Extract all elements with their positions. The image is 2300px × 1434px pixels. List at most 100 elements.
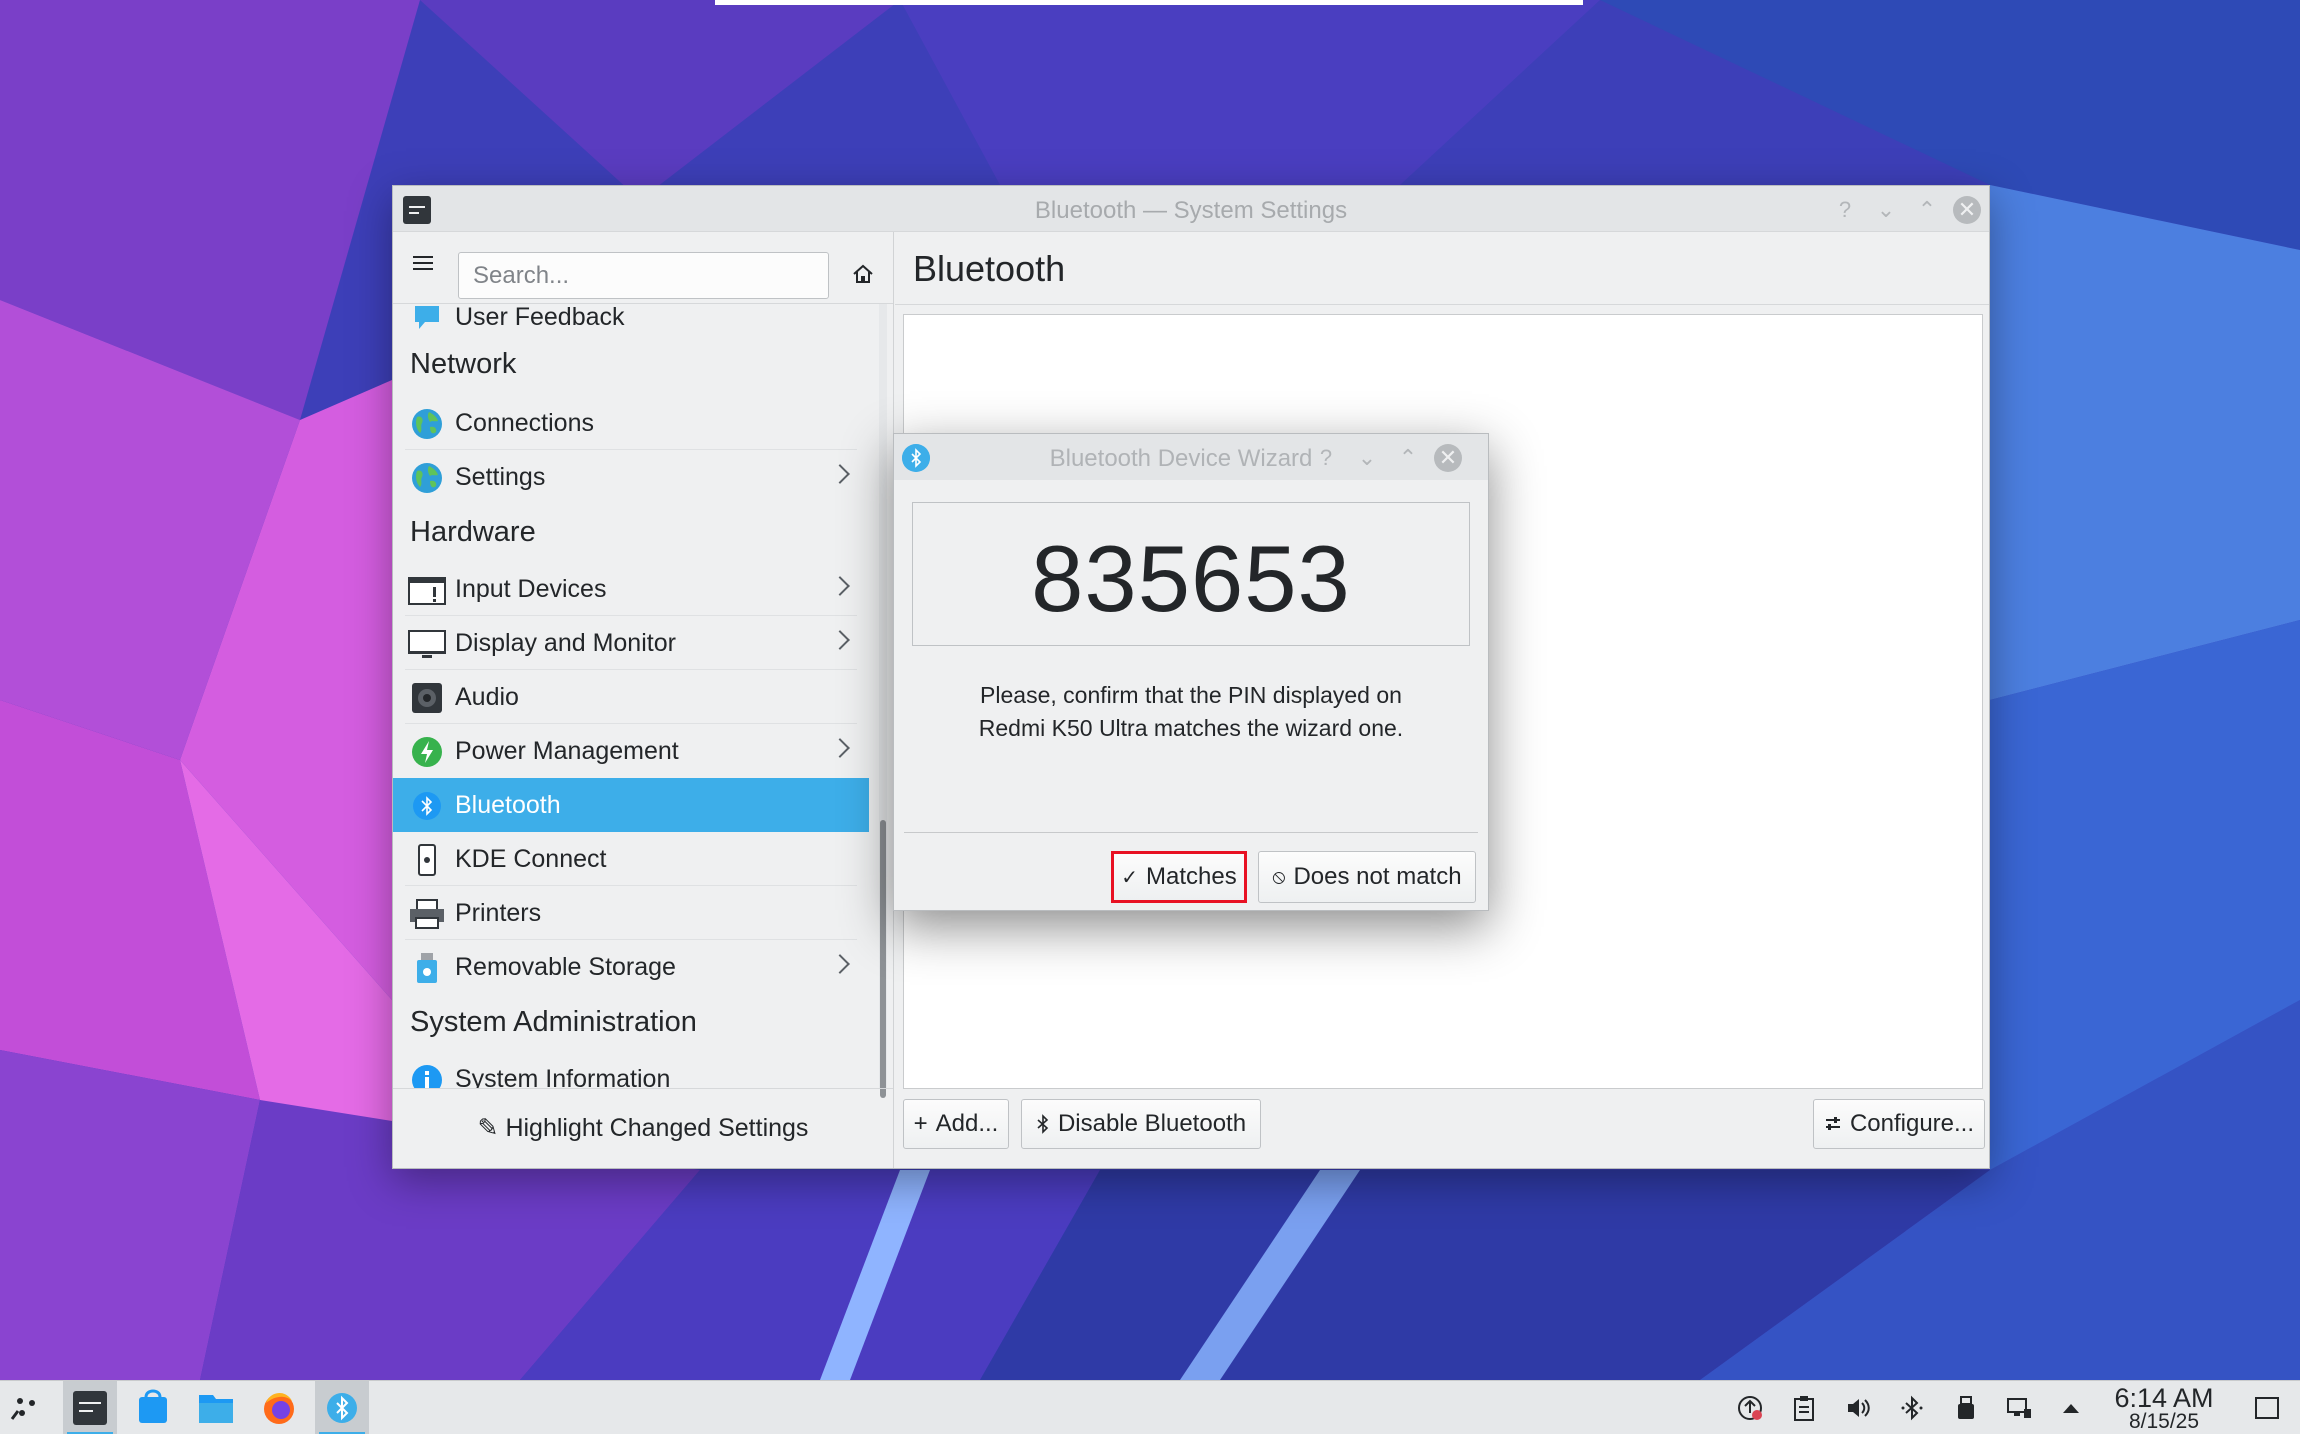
matches-button-label: Matches [1146,863,1237,890]
sidebar-item-system-information[interactable]: System Information [393,1052,869,1088]
sidebar-item-power-management[interactable]: Power Management [393,724,869,778]
divider [895,304,1989,305]
clipboard-icon[interactable] [1791,1395,1817,1421]
disable-bluetooth-button[interactable]: Disable Bluetooth [1021,1099,1261,1149]
chevron-right-icon [830,630,850,650]
minimize-button[interactable]: ⌄ [1872,196,1900,224]
add-button-label: Add... [935,1110,999,1137]
category-hardware: Hardware [410,516,536,548]
sidebar-list: User Feedback Network Connections Settin… [393,304,871,1088]
configure-button[interactable]: Configure... [1813,1099,1985,1149]
network-icon[interactable] [2006,1395,2032,1421]
hamburger-menu-icon[interactable] [413,252,437,276]
highlight-button-label: Highlight Changed Settings [505,1114,809,1142]
window-title: Bluetooth — System Settings [1034,197,1348,224]
sidebar-item-connections[interactable]: Connections [393,396,869,450]
search-input[interactable] [458,252,829,299]
matches-button[interactable]: ✓ Matches [1111,851,1247,903]
keyboard-icon [408,577,446,605]
phone-icon [418,844,436,876]
checkmark-icon: ✓ [1121,866,1139,889]
sidebar-item-label: Connections [455,409,594,437]
sidebar-item-audio[interactable]: Audio [393,670,869,724]
pencil-icon: ✎ [477,1114,499,1142]
usb-device-icon[interactable] [1953,1395,1979,1421]
bluetooth-icon [1037,1114,1049,1134]
sidebar-item-removable-storage[interactable]: Removable Storage [393,940,869,994]
dialog-maximize-button[interactable]: ⌃ [1394,444,1422,472]
globe-icon [412,409,442,439]
usb-drive-icon [417,953,437,983]
file-manager-icon[interactable] [189,1381,243,1434]
chevron-right-icon [830,576,850,596]
sidebar-item-user-feedback[interactable]: User Feedback [393,304,869,344]
sidebar-item-bluetooth[interactable]: Bluetooth [393,778,869,832]
pin-confirmation-message: Please, confirm that the PIN displayed o… [978,682,1404,741]
firefox-icon[interactable] [252,1381,306,1434]
bluetooth-tray-icon[interactable] [1899,1395,1925,1421]
updates-icon[interactable] [1737,1395,1763,1421]
divider [904,832,1478,833]
highlight-changed-settings-button[interactable]: ✎ Highlight Changed Settings [393,1088,893,1170]
home-icon[interactable] [851,262,875,286]
sidebar-item-label: Input Devices [455,575,607,603]
configure-button-label: Configure... [1849,1110,1975,1137]
window-titlebar[interactable]: Bluetooth — System Settings ? ⌄ ⌃ ✕ [393,186,1989,232]
close-button[interactable]: ✕ [1953,196,1981,224]
info-icon [412,1065,442,1088]
dialog-help-button[interactable]: ? [1312,444,1340,472]
power-icon [412,737,442,767]
sidebar-item-label: User Feedback [455,304,625,331]
configure-icon [1825,1117,1840,1130]
volume-icon[interactable] [1845,1395,1871,1421]
cancel-icon: ⦸ [1272,865,1286,888]
sidebar: User Feedback Network Connections [393,232,894,1168]
dialog-minimize-button[interactable]: ⌄ [1353,444,1381,472]
sidebar-item-display-and-monitor[interactable]: Display and Monitor [393,616,869,670]
sidebar-item-kde-connect[interactable]: KDE Connect [393,832,869,886]
help-button[interactable]: ? [1831,196,1859,224]
chevron-right-icon [830,954,850,974]
speaker-icon [412,683,442,713]
application-launcher-icon[interactable] [0,1381,54,1434]
clock-date[interactable]: 8/15/25 [2094,1410,2234,1434]
does-not-match-button[interactable]: ⦸ Does not match [1258,851,1476,903]
taskbar-bluetooth-wizard[interactable] [315,1381,369,1434]
show-hidden-icons-arrow-icon[interactable] [2058,1395,2084,1421]
sidebar-item-label: Settings [455,463,546,491]
chevron-right-icon [830,738,850,758]
sidebar-item-label: Display and Monitor [455,629,676,657]
globe-icon [412,463,442,493]
sidebar-item-settings[interactable]: Settings [393,450,869,504]
category-system-administration: System Administration [410,1006,697,1038]
sidebar-item-label: Power Management [455,737,679,765]
dialog-titlebar[interactable]: Bluetooth Device Wizard ? ⌄ ⌃ ✕ [894,434,1488,480]
sidebar-item-label: Bluetooth [455,791,561,819]
sidebar-item-label: Audio [455,683,519,711]
bluetooth-icon [413,792,441,820]
sidebar-item-printers[interactable]: Printers [393,886,869,940]
does-not-match-button-label: Does not match [1293,863,1462,890]
taskbar-system-settings[interactable] [63,1381,117,1434]
sidebar-item-label: Printers [455,899,542,927]
monitor-icon [408,630,446,658]
highlight-button-content: ✎ Highlight Changed Settings [393,1113,893,1143]
disable-button-label: Disable Bluetooth [1057,1110,1247,1137]
bluetooth-icon [327,1393,357,1423]
show-desktop-icon[interactable] [2254,1395,2280,1421]
bluetooth-device-wizard-dialog: Bluetooth Device Wizard ? ⌄ ⌃ ✕ 835653 P… [893,433,1489,911]
printer-icon [410,899,444,929]
feedback-icon [415,306,439,329]
discover-icon[interactable] [126,1381,180,1434]
dialog-close-button[interactable]: ✕ [1434,444,1462,472]
sidebar-item-label: Removable Storage [455,953,676,981]
top-panel-strip [715,0,1583,5]
sidebar-header [393,232,893,304]
maximize-button[interactable]: ⌃ [1913,196,1941,224]
pin-code: 835653 [1031,526,1351,631]
system-settings-icon [73,1391,107,1425]
sidebar-scroll-thumb[interactable] [880,820,886,1098]
add-device-button[interactable]: + Add... [903,1099,1009,1149]
sidebar-item-label: System Information [455,1065,671,1088]
sidebar-item-input-devices[interactable]: Input Devices [393,562,869,616]
